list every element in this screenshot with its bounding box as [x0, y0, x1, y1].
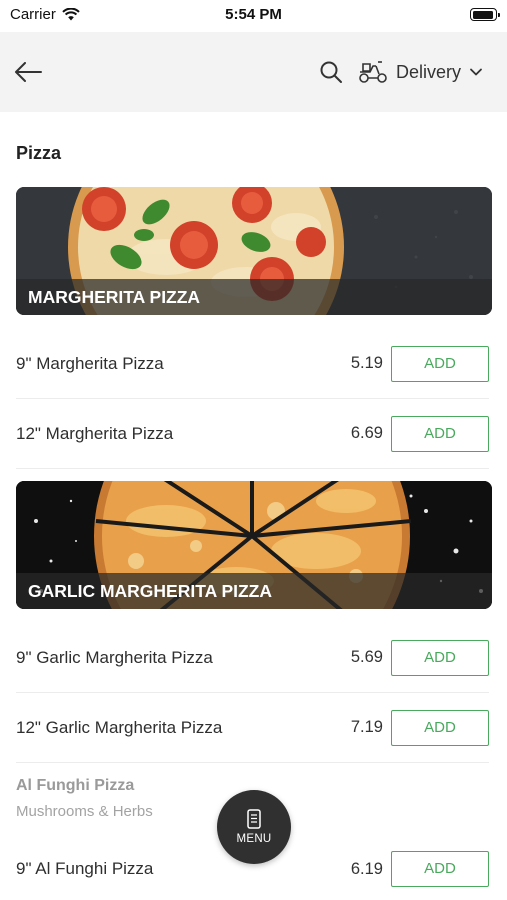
chevron-down-icon: [470, 68, 482, 76]
item-price: 6.19: [350, 859, 383, 878]
add-button[interactable]: ADD: [391, 415, 489, 452]
item-name: 9" Al Funghi Pizza: [16, 859, 154, 878]
menu-item-row: 9" Margherita Pizza 5.19 ADD: [16, 329, 489, 399]
scooter-icon: [359, 61, 387, 83]
banner-title: MARGHERITA PIZZA: [16, 279, 492, 315]
item-price: 5.19: [350, 354, 383, 372]
item-price: 6.69: [350, 424, 383, 442]
menu-button[interactable]: MENU: [217, 790, 291, 864]
status-bar: Carrier 5:54 PM: [0, 0, 507, 30]
item-name: 9" Margherita Pizza: [16, 353, 164, 373]
menu-item-row: 9" Garlic Margherita Pizza 5.69 ADD: [16, 623, 489, 693]
menu-item-row: 12" Garlic Margherita Pizza 7.19 ADD: [16, 693, 489, 763]
item-price: 7.19: [350, 718, 383, 736]
search-button[interactable]: [319, 60, 343, 84]
back-button[interactable]: [14, 58, 44, 86]
category-banner-garlic-margherita: GARLIC MARGHERITA PIZZA: [16, 481, 492, 609]
nav-bar: Delivery: [0, 32, 507, 112]
banner-title: GARLIC MARGHERITA PIZZA: [16, 573, 492, 609]
category-title: Al Funghi Pizza: [16, 777, 135, 794]
category-banner-margherita: MARGHERITA PIZZA: [16, 187, 492, 315]
phone-menu-icon: [247, 809, 261, 829]
battery-level: [472, 10, 494, 19]
item-name: 12" Garlic Margherita Pizza: [16, 717, 223, 737]
delivery-label: Delivery: [396, 61, 462, 82]
menu-label: MENU: [236, 833, 272, 845]
menu-item-row: 12" Margherita Pizza 6.69 ADD: [16, 399, 489, 469]
item-name: 9" Garlic Margherita Pizza: [16, 647, 213, 667]
add-button[interactable]: ADD: [391, 851, 489, 887]
search-icon: [320, 61, 342, 83]
category-subtitle: Mushrooms & Herbs: [16, 803, 153, 820]
delivery-selector[interactable]: Delivery: [358, 56, 483, 88]
battery-icon: [470, 8, 500, 21]
add-button[interactable]: ADD: [391, 709, 489, 746]
add-button[interactable]: ADD: [391, 639, 489, 676]
item-price: 5.69: [350, 648, 383, 666]
add-button[interactable]: ADD: [391, 345, 489, 382]
item-name: 12" Margherita Pizza: [16, 423, 174, 443]
arrow-left-icon: [15, 62, 42, 82]
section-title: Pizza: [16, 143, 62, 163]
status-time: 5:54 PM: [225, 6, 282, 23]
